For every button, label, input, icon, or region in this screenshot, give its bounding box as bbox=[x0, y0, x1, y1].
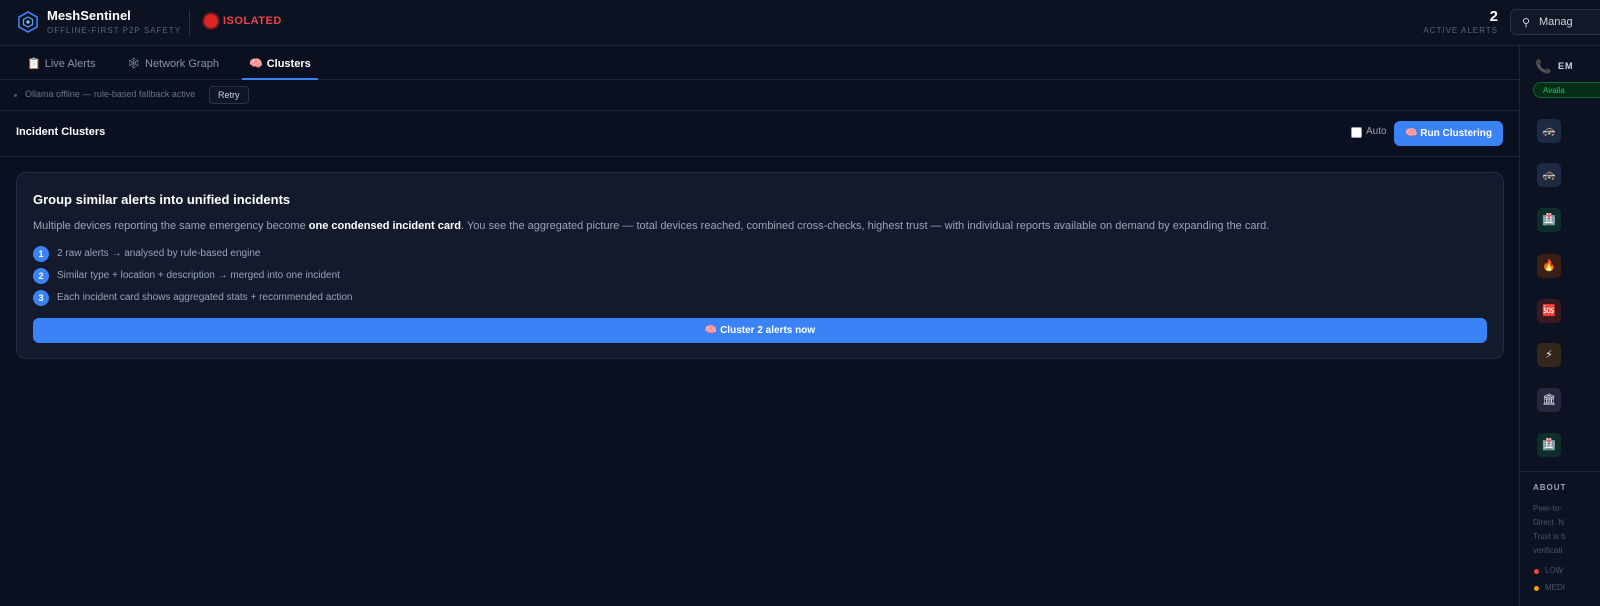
ollama-status-bar: Ollama offline — rule-based fallback act… bbox=[0, 80, 1520, 111]
police-icon[interactable]: 🚓 bbox=[1537, 163, 1561, 187]
hospital-icon[interactable]: 🏥 bbox=[1537, 433, 1561, 457]
about-text: Peer-to- bbox=[1533, 504, 1562, 513]
item-glyph: 🚓 bbox=[1542, 169, 1556, 181]
step-text: Similar type + location + description → … bbox=[57, 270, 340, 281]
card-title: Group similar alerts into unified incide… bbox=[33, 192, 291, 207]
active-alerts-label: ACTIVE ALERTS bbox=[1423, 26, 1498, 35]
connection-status: ISOLATED bbox=[223, 15, 282, 27]
manage-button[interactable]: ⚲ Manag bbox=[1510, 9, 1600, 35]
offline-dot-icon bbox=[14, 94, 17, 97]
legend-label: MEDI bbox=[1545, 583, 1565, 592]
phone-icon: 📞 bbox=[1535, 59, 1552, 74]
tab-label: Live Alerts bbox=[44, 58, 96, 70]
brand-tagline: OFFLINE-FIRST P2P SAFETY bbox=[47, 26, 181, 35]
police-icon[interactable]: 🚓 bbox=[1537, 119, 1561, 143]
desc-highlight: one condensed incident card bbox=[308, 220, 461, 232]
sidebar-title: EM bbox=[1558, 61, 1574, 71]
item-glyph: 🆘 bbox=[1542, 305, 1556, 317]
power-icon[interactable]: ⚡ bbox=[1537, 343, 1561, 367]
tab-clusters[interactable]: 🧠 Clusters bbox=[242, 46, 318, 80]
manage-button-label: Manag bbox=[1539, 16, 1573, 28]
brain-icon: 🧠 bbox=[249, 58, 263, 70]
item-glyph: 🚓 bbox=[1542, 125, 1556, 137]
clusters-toolbar: Incident Clusters Auto 🧠 Run Clustering bbox=[0, 111, 1520, 157]
top-header: MeshSentinel OFFLINE-FIRST P2P SAFETY IS… bbox=[0, 0, 1600, 46]
sidebar-divider bbox=[1520, 471, 1600, 472]
available-badge: Availa bbox=[1533, 82, 1600, 98]
cluster-alerts-button[interactable]: 🧠 Cluster 2 alerts now bbox=[33, 318, 1487, 343]
auto-checkbox-label: Auto bbox=[1366, 126, 1387, 137]
card-description: Multiple devices reporting the same emer… bbox=[33, 220, 1473, 232]
item-glyph: 🏥 bbox=[1542, 439, 1556, 451]
header-divider bbox=[189, 10, 190, 36]
fire-icon[interactable]: 🔥 bbox=[1537, 254, 1561, 278]
about-title: ABOUT bbox=[1533, 483, 1567, 492]
emergency-sidebar: 📞 EM Availa 🚓 🚓 🏥 🔥 🆘 ⚡ 🏛 🏥 ABOUT Peer-t… bbox=[1519, 46, 1600, 606]
auto-checkbox[interactable] bbox=[1351, 127, 1362, 138]
network-icon: ⚲ bbox=[1522, 17, 1531, 29]
ollama-status-text: Ollama offline — rule-based fallback act… bbox=[25, 89, 196, 99]
clustering-intro-card: Group similar alerts into unified incide… bbox=[16, 172, 1504, 359]
status-indicator-icon bbox=[204, 14, 218, 28]
network-graph-icon: 🕸 bbox=[127, 58, 141, 70]
tab-label: Network Graph bbox=[144, 58, 219, 70]
legend-dot-icon bbox=[1534, 569, 1539, 574]
about-text: verificati bbox=[1533, 546, 1563, 555]
legend-dot-icon bbox=[1534, 586, 1539, 591]
brand-name: MeshSentinel bbox=[47, 8, 131, 23]
tab-network-graph[interactable]: 🕸 Network Graph bbox=[127, 46, 219, 80]
run-clustering-button[interactable]: 🧠 Run Clustering bbox=[1394, 121, 1503, 146]
desc-text: . You see the aggregated picture — total… bbox=[460, 220, 1270, 232]
step-number: 2 bbox=[33, 268, 49, 284]
tab-live-alerts[interactable]: 📋 Live Alerts bbox=[27, 46, 95, 80]
clipboard-icon: 📋 bbox=[27, 58, 41, 70]
step-number: 1 bbox=[33, 246, 49, 262]
hospital-icon[interactable]: 🏥 bbox=[1537, 208, 1561, 232]
step-number: 3 bbox=[33, 290, 49, 306]
mesh-logo-icon bbox=[18, 11, 38, 33]
view-tabs: 📋 Live Alerts 🕸 Network Graph 🧠 Clusters bbox=[0, 46, 1520, 80]
government-icon[interactable]: 🏛 bbox=[1537, 388, 1561, 412]
step-text: Each incident card shows aggregated stat… bbox=[57, 292, 353, 303]
tab-label: Clusters bbox=[266, 58, 311, 70]
active-alerts-count: 2 bbox=[1489, 8, 1498, 25]
legend-label: LOW bbox=[1545, 566, 1564, 575]
item-glyph: 🔥 bbox=[1542, 260, 1556, 272]
about-text: Trust is b bbox=[1533, 532, 1566, 541]
retry-button[interactable]: Retry bbox=[209, 86, 249, 104]
item-glyph: 🏛 bbox=[1542, 394, 1556, 406]
about-text: Direct. N bbox=[1533, 518, 1565, 527]
item-glyph: ⚡ bbox=[1545, 349, 1553, 361]
step-text: 2 raw alerts → analysed by rule-based en… bbox=[57, 248, 261, 259]
page-title: Incident Clusters bbox=[16, 126, 106, 138]
item-glyph: 🏥 bbox=[1542, 214, 1556, 226]
desc-text: Multiple devices reporting the same emer… bbox=[33, 220, 309, 232]
sos-icon[interactable]: 🆘 bbox=[1537, 299, 1561, 323]
